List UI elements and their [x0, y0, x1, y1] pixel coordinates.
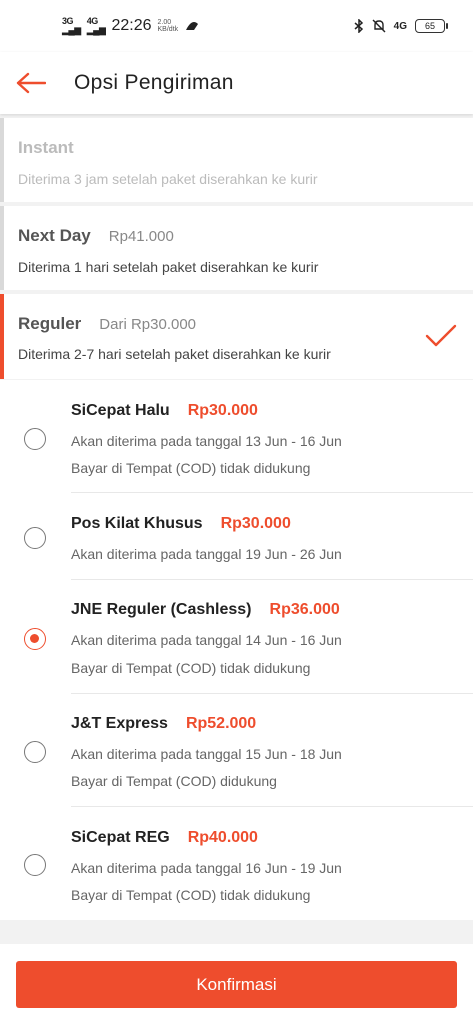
service-indicator-active	[0, 294, 4, 379]
service-name: Instant	[18, 138, 74, 157]
status-right: 4G 65	[354, 19, 448, 33]
courier-radio[interactable]	[24, 741, 46, 763]
app-header: Opsi Pengiriman	[0, 52, 473, 114]
courier-cod: Bayar di Tempat (COD) tidak didukung	[71, 887, 311, 903]
courier-list: SiCepat Halu Rp30.000 Akan diterima pada …	[0, 380, 473, 920]
courier-radio[interactable]	[24, 527, 46, 549]
courier-price: Rp30.000	[220, 515, 291, 532]
service-title: Instant	[18, 138, 74, 158]
courier-title: Pos Kilat Khusus Rp30.000	[71, 515, 291, 533]
courier-name: SiCepat Halu	[71, 402, 170, 419]
courier-eta: Akan diterima pada tanggal 16 Jun - 19 J…	[71, 860, 342, 876]
service-option-next-day[interactable]: Next Day Rp41.000 Diterima 1 hari setelah…	[0, 206, 473, 290]
arrow-left-icon	[16, 72, 46, 94]
courier-price: Rp30.000	[187, 402, 258, 419]
courier-title: SiCepat Halu Rp30.000	[71, 402, 258, 420]
courier-radio-selected[interactable]	[24, 628, 46, 650]
courier-name: JNE Reguler (Cashless)	[71, 601, 252, 618]
service-title: Next Day Rp41.000	[18, 226, 174, 246]
service-option-instant[interactable]: Instant Diterima 3 jam setelah paket dis…	[0, 118, 473, 202]
courier-item-sicepat-halu[interactable]: SiCepat Halu Rp30.000 Akan diterima pada …	[0, 380, 473, 493]
signal-3g-icon: 3G ▂▄▆	[62, 16, 81, 35]
courier-price: Rp40.000	[187, 829, 258, 846]
service-name: Next Day	[18, 226, 91, 245]
courier-title: SiCepat REG Rp40.000	[71, 829, 258, 847]
service-description: Diterima 3 jam setelah paket diserahkan …	[18, 171, 318, 187]
courier-name: SiCepat REG	[71, 829, 170, 846]
service-name: Reguler	[18, 314, 82, 333]
courier-cod: Bayar di Tempat (COD) tidak didukung	[71, 660, 311, 676]
courier-name: Pos Kilat Khusus	[71, 515, 203, 532]
service-indicator	[0, 206, 4, 290]
service-title: Reguler Dari Rp30.000	[18, 314, 196, 334]
courier-item-jne-reguler[interactable]: JNE Reguler (Cashless) Rp36.000 Akan dite…	[0, 580, 473, 694]
courier-title: J&T Express Rp52.000	[71, 715, 256, 733]
battery-icon: 65	[415, 19, 448, 33]
courier-item-jnt-express[interactable]: J&T Express Rp52.000 Akan diterima pada t…	[0, 694, 473, 807]
courier-eta: Akan diterima pada tanggal 15 Jun - 18 J…	[71, 746, 342, 762]
courier-eta: Akan diterima pada tanggal 13 Jun - 16 J…	[71, 433, 342, 449]
footer-bar: Konfirmasi	[0, 944, 473, 1024]
courier-price: Rp52.000	[185, 715, 257, 732]
bluetooth-icon	[354, 19, 363, 33]
courier-radio[interactable]	[24, 854, 46, 876]
courier-name: J&T Express	[71, 715, 168, 732]
bell-off-icon	[372, 19, 386, 33]
back-button[interactable]	[16, 71, 46, 95]
service-option-reguler[interactable]: Reguler Dari Rp30.000 Diterima 2-7 hari s…	[0, 294, 473, 379]
courier-item-pos-kilat-khusus[interactable]: Pos Kilat Khusus Rp30.000 Akan diterima p…	[0, 493, 473, 580]
service-price: Dari Rp30.000	[99, 316, 197, 333]
signal-4g-icon: 4G ▂▄▆	[86, 16, 106, 35]
service-indicator	[0, 118, 4, 202]
courier-cod: Bayar di Tempat (COD) tidak didukung	[71, 460, 311, 476]
checkmark-icon	[425, 324, 457, 347]
courier-eta: Akan diterima pada tanggal 14 Jun - 16 J…	[71, 632, 342, 648]
courier-eta: Akan diterima pada tanggal 19 Jun - 26 J…	[71, 546, 342, 562]
service-description: Diterima 1 hari setelah paket diserahkan…	[18, 259, 319, 275]
confirm-button[interactable]: Konfirmasi	[16, 961, 457, 1008]
courier-item-sicepat-reg[interactable]: SiCepat REG Rp40.000 Akan diterima pada t…	[0, 807, 473, 920]
status-bar: 3G ▂▄▆ 4G ▂▄▆ 22:26 2.00 KB/dtk 4G 65	[0, 0, 473, 52]
clock: 22:26	[111, 17, 152, 34]
status-left: 3G ▂▄▆ 4G ▂▄▆ 22:26 2.00 KB/dtk	[62, 17, 200, 35]
service-description: Diterima 2-7 hari setelah paket diserahk…	[18, 346, 331, 362]
courier-cod: Bayar di Tempat (COD) didukung	[71, 773, 277, 789]
network-4g-icon: 4G	[393, 20, 407, 32]
service-price: Rp41.000	[108, 228, 174, 245]
app-notification-icon	[186, 22, 199, 30]
courier-price: Rp36.000	[269, 601, 340, 618]
courier-title: JNE Reguler (Cashless) Rp36.000	[71, 601, 340, 619]
page-title: Opsi Pengiriman	[74, 71, 234, 94]
battery-level: 65	[424, 21, 435, 31]
courier-radio[interactable]	[24, 428, 46, 450]
network-speed: 2.00 KB/dtk	[157, 19, 179, 33]
